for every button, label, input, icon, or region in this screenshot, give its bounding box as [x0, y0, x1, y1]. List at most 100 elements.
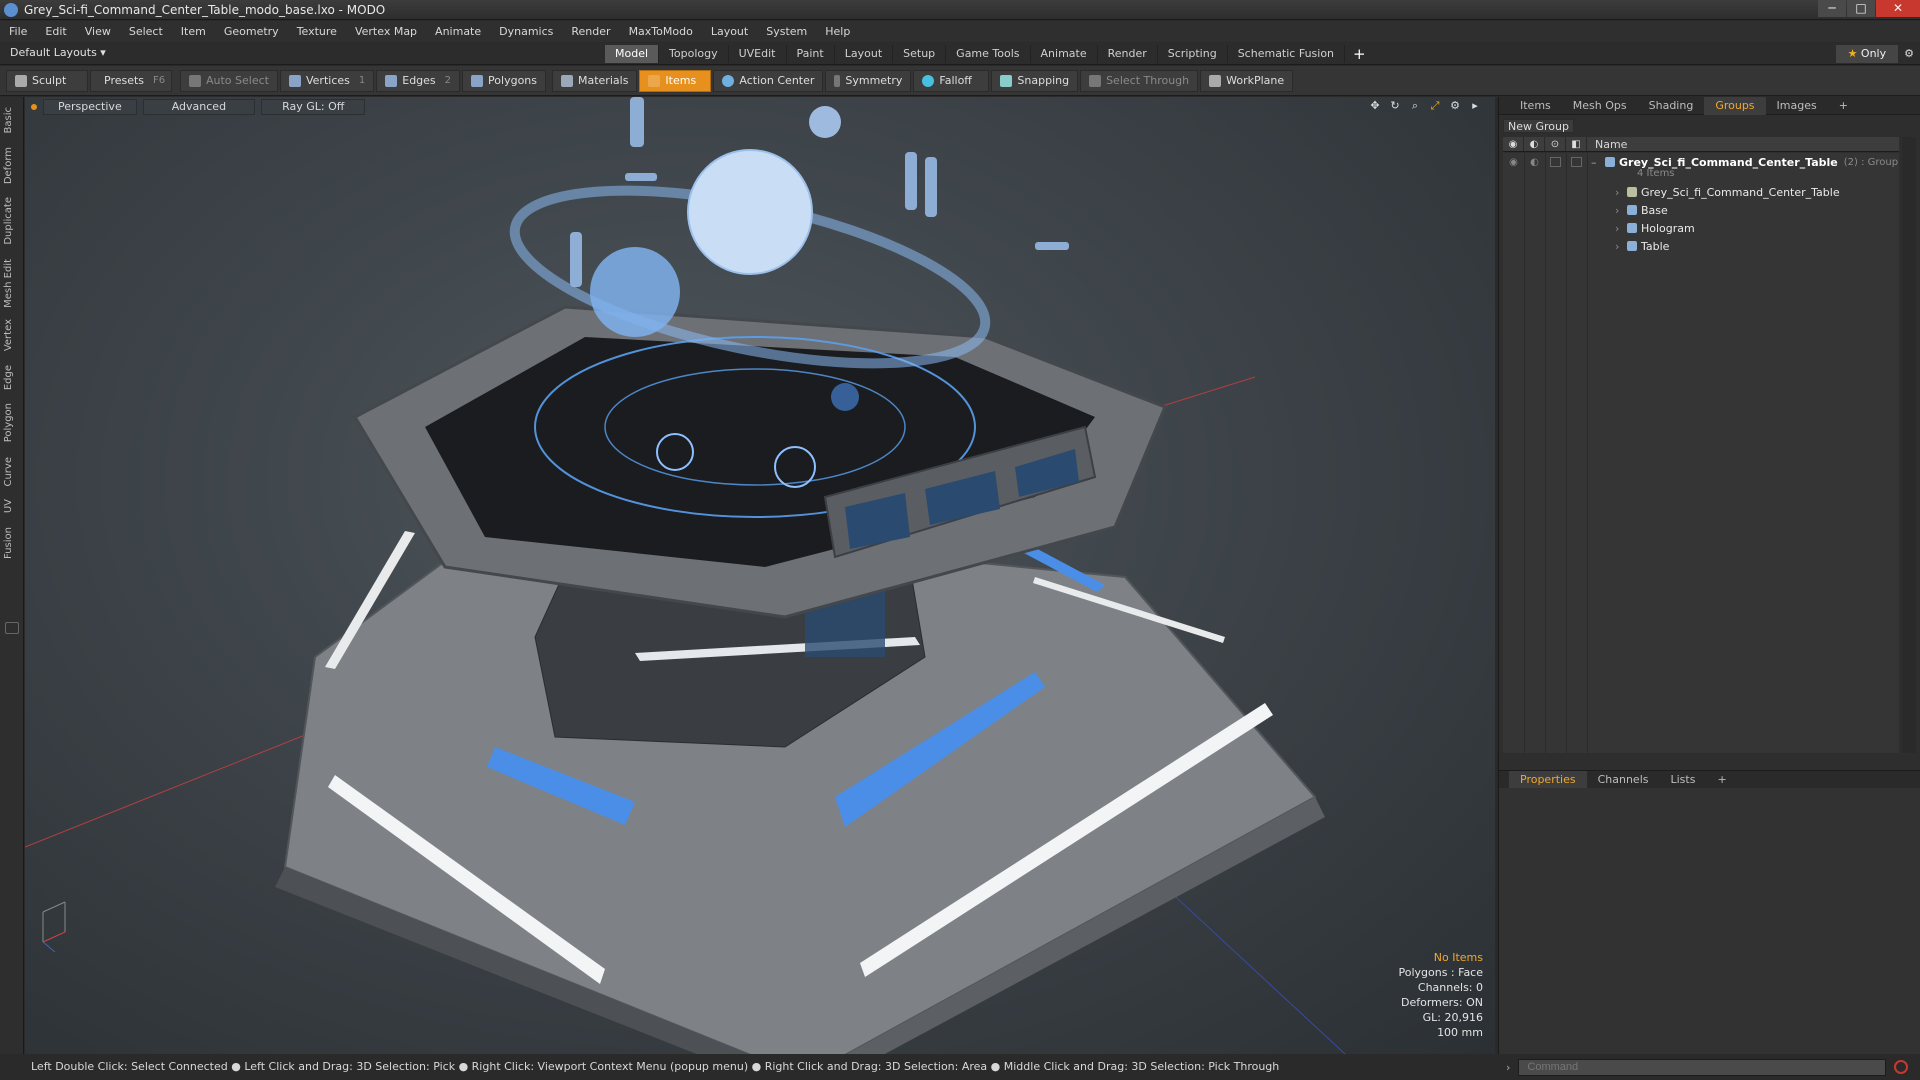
name-column-header[interactable]: Name: [1587, 137, 1627, 151]
menu-maxtomodo[interactable]: MaxToModo: [620, 21, 702, 42]
viewport-settings-icon[interactable]: ⚙: [1449, 100, 1461, 112]
tab-shading[interactable]: Shading: [1638, 97, 1705, 115]
lock-toggle-icon[interactable]: [1550, 157, 1561, 167]
gear-icon[interactable]: ⚙: [1904, 45, 1914, 63]
tab-mesh-ops[interactable]: Mesh Ops: [1562, 97, 1638, 115]
tab-setup[interactable]: Setup: [893, 45, 947, 63]
maximize-button[interactable]: □: [1847, 0, 1875, 17]
tab-schematic-fusion[interactable]: Schematic Fusion: [1228, 45, 1346, 63]
expand-arrow-icon[interactable]: ›: [1615, 204, 1627, 217]
vertices-button[interactable]: Vertices 1: [279, 69, 375, 92]
3d-viewport[interactable]: Perspective Advanced Ray GL: Off ✥ ↻ ⌕ ⤢…: [25, 97, 1495, 1054]
lock-column-icon[interactable]: ⊙: [1545, 137, 1566, 151]
menu-item[interactable]: Item: [172, 21, 215, 42]
menu-system[interactable]: System: [757, 21, 816, 42]
menu-view[interactable]: View: [76, 21, 120, 42]
menu-geometry[interactable]: Geometry: [215, 21, 288, 42]
close-button[interactable]: ✕: [1876, 0, 1920, 17]
snapping-button[interactable]: Snapping: [991, 69, 1079, 92]
action-center-button[interactable]: Action Center: [713, 69, 824, 92]
menu-file[interactable]: File: [0, 21, 36, 42]
tree-row-child[interactable]: › Grey_Sci_fi_Command_Center_Table: [1615, 183, 1920, 201]
tab-channels[interactable]: Channels: [1587, 771, 1660, 789]
expand-arrow-icon[interactable]: ›: [1615, 240, 1627, 253]
select-through-button[interactable]: Select Through: [1080, 69, 1199, 92]
add-layout-tab-button[interactable]: +: [1345, 45, 1374, 63]
tree-row-child[interactable]: › Table: [1615, 237, 1920, 255]
raygl-button[interactable]: Ray GL: Off: [261, 99, 366, 115]
tree-row-child[interactable]: › Base: [1615, 201, 1920, 219]
menu-select[interactable]: Select: [120, 21, 172, 42]
menu-animate[interactable]: Animate: [426, 21, 490, 42]
vtab-polygon[interactable]: Polygon: [3, 403, 21, 442]
vtab-edge[interactable]: Edge: [3, 365, 21, 390]
vtab-curve[interactable]: Curve: [3, 457, 21, 487]
edges-button[interactable]: Edges 2: [376, 69, 461, 92]
eye-icon[interactable]: ◉: [1503, 157, 1524, 168]
vtab-duplicate[interactable]: Duplicate: [3, 197, 21, 245]
tab-model[interactable]: Model: [605, 45, 660, 63]
render-column-icon[interactable]: ◐: [1524, 137, 1545, 151]
tab-animate[interactable]: Animate: [1031, 45, 1098, 63]
perspective-button[interactable]: Perspective: [43, 99, 137, 115]
materials-button[interactable]: Materials: [552, 69, 638, 92]
strip-collapse-icon[interactable]: [5, 622, 19, 634]
sculpt-button[interactable]: Sculpt: [6, 69, 88, 92]
only-toggle-button[interactable]: ★ Only: [1835, 45, 1899, 63]
select-column-icon[interactable]: ◧: [1566, 137, 1587, 151]
polygons-button[interactable]: Polygons: [462, 69, 546, 92]
tab-scripting[interactable]: Scripting: [1158, 45, 1228, 63]
menu-dynamics[interactable]: Dynamics: [490, 21, 562, 42]
viewport-expand-icon[interactable]: ▸: [1469, 100, 1481, 112]
presets-button[interactable]: Presets F6: [90, 69, 172, 92]
tab-layout[interactable]: Layout: [835, 45, 894, 63]
tab-paint[interactable]: Paint: [787, 45, 835, 63]
expand-arrow-icon[interactable]: ›: [1615, 186, 1627, 199]
vtab-uv[interactable]: UV: [3, 499, 21, 513]
menu-texture[interactable]: Texture: [288, 21, 346, 42]
vtab-deform[interactable]: Deform: [3, 147, 21, 184]
fit-icon[interactable]: ⤢: [1429, 100, 1441, 112]
minimize-button[interactable]: ─: [1818, 0, 1846, 17]
expand-arrow-icon[interactable]: ›: [1615, 222, 1627, 235]
groups-scrollbar[interactable]: [1902, 137, 1916, 753]
menu-edit[interactable]: Edit: [36, 21, 75, 42]
add-panel-tab-button[interactable]: +: [1828, 97, 1859, 115]
tab-game-tools[interactable]: Game Tools: [946, 45, 1031, 63]
tab-topology[interactable]: Topology: [659, 45, 729, 63]
render-toggle-icon[interactable]: ◐: [1524, 157, 1545, 168]
add-props-tab-button[interactable]: +: [1706, 771, 1737, 789]
items-button[interactable]: Items: [639, 69, 712, 92]
tab-groups[interactable]: Groups: [1704, 96, 1766, 115]
collapse-arrow-icon[interactable]: –: [1591, 156, 1605, 169]
auto-select-button[interactable]: Auto Select: [180, 69, 278, 92]
zoom-icon[interactable]: ⌕: [1409, 100, 1421, 112]
falloff-button[interactable]: Falloff: [913, 69, 990, 92]
tab-images[interactable]: Images: [1766, 97, 1828, 115]
visibility-column-icon[interactable]: ◉: [1503, 137, 1524, 151]
menu-help[interactable]: Help: [816, 21, 859, 42]
menu-layout[interactable]: Layout: [702, 21, 757, 42]
menu-render[interactable]: Render: [562, 21, 619, 42]
pan-icon[interactable]: ✥: [1369, 100, 1381, 112]
new-group-button[interactable]: New Group: [1503, 119, 1574, 133]
tab-items[interactable]: Items: [1509, 97, 1562, 115]
vtab-basic[interactable]: Basic: [3, 107, 21, 133]
command-input[interactable]: [1518, 1058, 1887, 1076]
tab-uvedit[interactable]: UVEdit: [729, 45, 787, 63]
select-toggle-icon[interactable]: [1571, 157, 1582, 167]
tab-properties[interactable]: Properties: [1509, 770, 1587, 789]
workplane-button[interactable]: WorkPlane: [1200, 69, 1294, 92]
vtab-vertex[interactable]: Vertex: [3, 319, 21, 351]
symmetry-button[interactable]: Symmetry: [825, 69, 912, 92]
rotate-icon[interactable]: ↻: [1389, 100, 1401, 112]
vtab-mesh-edit[interactable]: Mesh Edit: [3, 259, 21, 308]
tab-lists[interactable]: Lists: [1660, 771, 1707, 789]
vtab-fusion[interactable]: Fusion: [3, 527, 21, 559]
record-macro-icon[interactable]: [1894, 1060, 1909, 1074]
command-arrow-icon[interactable]: ›: [1506, 1061, 1510, 1074]
viewport-menu-icon[interactable]: [31, 104, 37, 110]
tab-render[interactable]: Render: [1098, 45, 1158, 63]
default-layouts-dropdown[interactable]: Default Layouts ▾: [10, 46, 106, 59]
menu-vertex-map[interactable]: Vertex Map: [346, 21, 426, 42]
